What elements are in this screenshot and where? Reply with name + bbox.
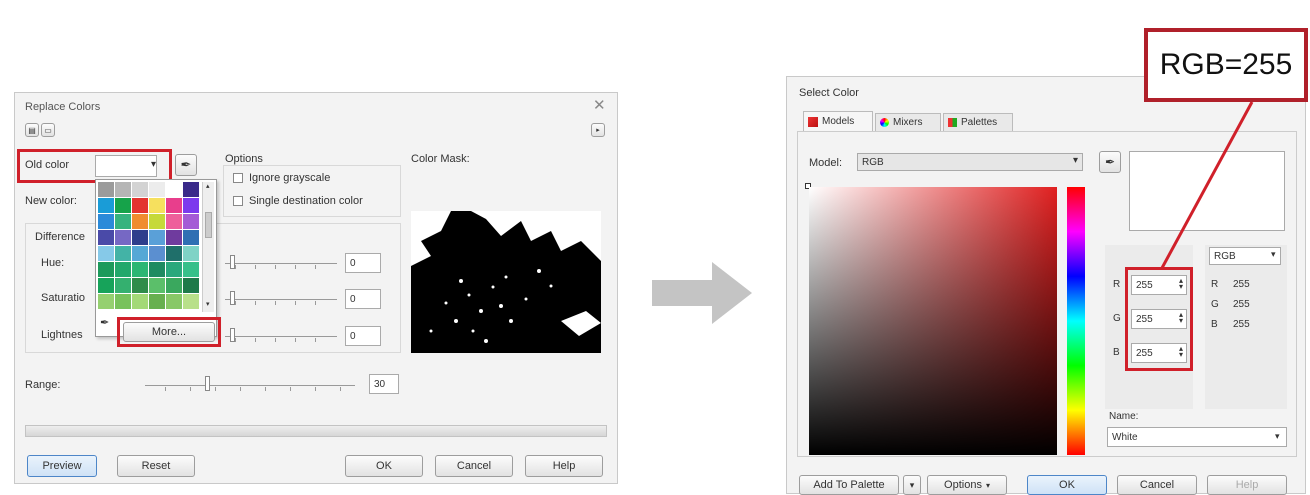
- callout-box: RGB=255: [1144, 28, 1308, 102]
- callout-line: [1160, 101, 1254, 269]
- callout-text: RGB=255: [1159, 48, 1293, 81]
